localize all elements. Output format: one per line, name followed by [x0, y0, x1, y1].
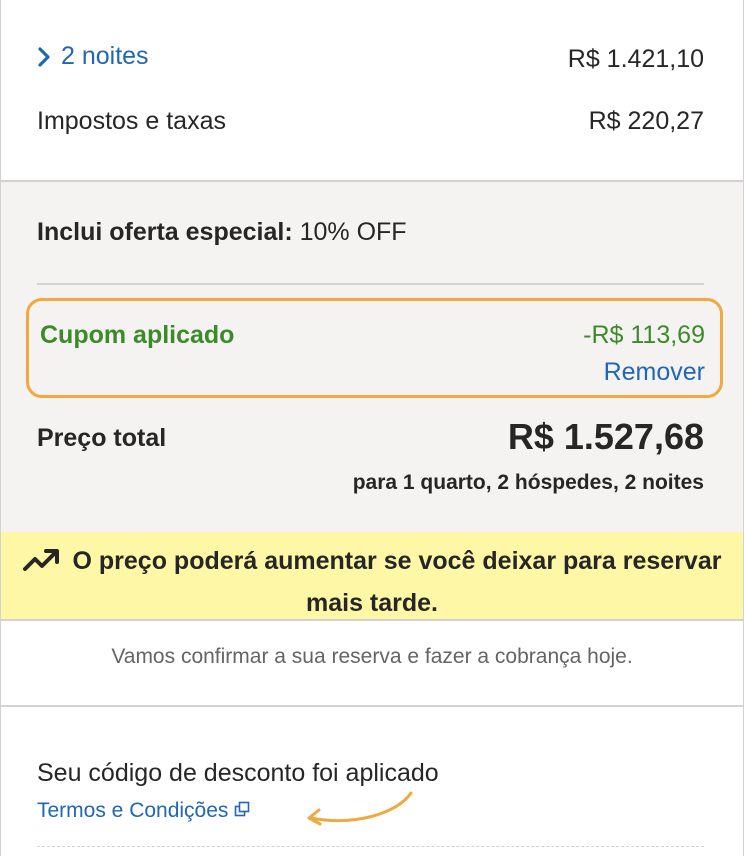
coupon-discount-value: -R$ 113,69	[583, 321, 705, 349]
terms-conditions-label: Termos e Condições	[37, 799, 229, 822]
coupon-highlight: Cupom aplicado -R$ 113,69 Remover	[26, 298, 723, 398]
special-offer-label: Inclui oferta especial:	[37, 218, 293, 246]
arrow-annotation-icon	[301, 790, 416, 835]
taxes-row: Impostos e taxas R$ 220,27	[37, 107, 704, 136]
divider	[37, 283, 704, 285]
warning-text: O preço poderá aumentar se você deixar p…	[72, 547, 722, 617]
price-summary-panel: 2 noites R$ 1.421,10 Impostos e taxas R$…	[0, 0, 744, 856]
special-offer-value: 10% OFF	[299, 218, 407, 246]
bottom-divider	[37, 846, 704, 847]
coupon-label: Cupom aplicado	[40, 321, 235, 349]
remove-coupon-link[interactable]: Remover	[604, 358, 705, 387]
total-price-label: Preço total	[37, 424, 167, 452]
nights-row: 2 noites R$ 1.421,10	[37, 42, 704, 74]
price-breakdown-section: Inclui oferta especial: 10% OFF Cupom ap…	[1, 180, 743, 534]
section-divider	[1, 705, 743, 707]
nights-toggle[interactable]: 2 noites	[37, 42, 149, 71]
total-price-detail: para 1 quarto, 2 hóspedes, 2 noites	[352, 471, 704, 494]
terms-conditions-link[interactable]: Termos e Condições	[37, 799, 250, 823]
nights-price: R$ 1.421,10	[567, 44, 704, 73]
confirmation-note: Vamos confirmar a sua reserva e fazer a …	[111, 645, 633, 668]
nights-label: 2 noites	[61, 42, 149, 70]
special-offer-row: Inclui oferta especial: 10% OFF	[37, 218, 407, 247]
discount-applied-text: Seu código de desconto foi aplicado	[37, 759, 439, 787]
external-link-icon	[234, 799, 250, 823]
taxes-label: Impostos e taxas	[37, 107, 226, 135]
price-increase-warning: O preço poderá aumentar se você deixar p…	[1, 532, 743, 621]
chevron-right-icon	[37, 46, 51, 67]
trending-up-icon	[22, 546, 61, 584]
total-price-value: R$ 1.527,68	[507, 416, 704, 457]
taxes-price: R$ 220,27	[588, 107, 704, 135]
